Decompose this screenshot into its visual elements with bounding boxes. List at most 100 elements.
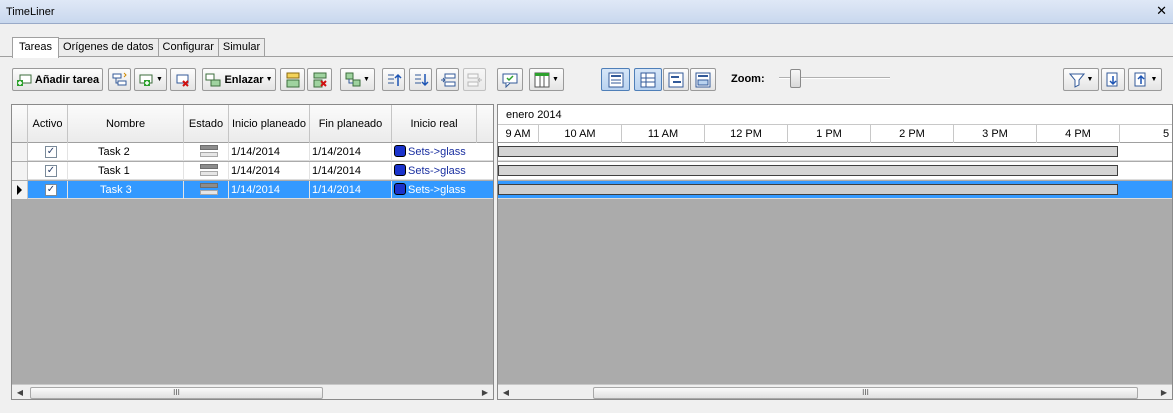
active-checkbox[interactable]: ✓ — [45, 165, 57, 177]
gantt-horizontal-scrollbar[interactable]: ◀ III ▶ — [498, 384, 1172, 399]
toolbar: Añadir tarea ▼ Enlazar ▼ ▼ ▼ ▼ ▼ — [0, 60, 1173, 100]
column-inicio-planeado[interactable]: Inicio planeado — [229, 105, 310, 143]
planned-start[interactable]: 1/14/2014 — [229, 181, 310, 199]
move-down-button[interactable] — [409, 68, 432, 91]
task-name[interactable]: Task 3 — [68, 181, 184, 199]
detach-set-button[interactable] — [307, 68, 332, 91]
outdent-icon — [467, 72, 483, 88]
task-bar[interactable] — [498, 165, 1118, 176]
hour-label: 11 AM — [621, 125, 704, 144]
auto-add-icon — [345, 72, 361, 88]
move-up-icon — [386, 72, 402, 88]
selection-set-link[interactable]: Sets->glass — [408, 146, 466, 158]
insert-subtask-button[interactable] — [108, 68, 131, 91]
scroll-left-icon[interactable]: ◀ — [12, 385, 28, 399]
status-bars-icon — [200, 145, 218, 159]
grid-scroll-thumb[interactable]: III — [30, 387, 323, 399]
grid-horizontal-scrollbar[interactable]: ◀ III ▶ — [12, 384, 493, 399]
actual-start[interactable]: Sets->glass — [392, 162, 493, 180]
gantt-row-selected — [498, 181, 1172, 199]
planned-end[interactable]: 1/14/2014 — [310, 143, 392, 161]
task-name[interactable]: Task 2 — [68, 143, 184, 161]
column-nombre[interactable]: Nombre — [68, 105, 184, 143]
attach-set-button[interactable] — [280, 68, 305, 91]
view-table-button[interactable] — [634, 68, 662, 91]
delete-task-button[interactable] — [170, 68, 196, 91]
import-button[interactable] — [1101, 68, 1125, 91]
columns-button[interactable]: ▼ — [529, 68, 564, 91]
add-task-plus-icon — [138, 72, 154, 88]
status-cell — [184, 181, 229, 199]
chevron-down-icon: ▼ — [1150, 76, 1158, 83]
hierarchy-icon — [112, 72, 128, 88]
move-down-icon — [413, 72, 429, 88]
indent-button[interactable] — [436, 68, 459, 91]
planned-end[interactable]: 1/14/2014 — [310, 162, 392, 180]
zoom-slider-thumb[interactable] — [790, 69, 801, 88]
hour-label: 9 AM — [505, 128, 531, 140]
column-estado[interactable]: Estado — [184, 105, 229, 143]
actual-start[interactable]: Sets->glass — [392, 181, 493, 199]
tab-strip: Tareas Orígenes de datos Configurar Simu… — [12, 37, 266, 58]
scroll-right-icon[interactable]: ▶ — [477, 385, 493, 399]
link-label: Enlazar — [224, 73, 264, 86]
planned-start[interactable]: 1/14/2014 — [229, 162, 310, 180]
hour-label: 1 PM — [787, 125, 870, 144]
table-row[interactable]: ✓ Task 1 1/14/2014 1/14/2014 Sets->glass — [12, 162, 493, 180]
gantt-row — [498, 143, 1172, 161]
tab-tareas[interactable]: Tareas — [12, 37, 60, 58]
view-both-button[interactable] — [601, 68, 630, 91]
row-header[interactable] — [12, 162, 28, 180]
task-bar[interactable] — [498, 184, 1118, 195]
close-icon[interactable]: ✕ — [1156, 4, 1167, 18]
scroll-right-icon[interactable]: ▶ — [1156, 385, 1172, 399]
hour-label: 5 P — [1119, 125, 1172, 144]
auto-add-tasks-button[interactable]: ▼ — [340, 68, 375, 91]
link-button[interactable]: Enlazar ▼ — [202, 68, 276, 91]
planned-start[interactable]: 1/14/2014 — [229, 143, 310, 161]
selection-set-link[interactable]: Sets->glass — [408, 165, 466, 177]
tab-simular[interactable]: Simular — [217, 38, 266, 57]
window-title: TimeLiner — [6, 6, 55, 18]
active-checkbox[interactable]: ✓ — [45, 146, 57, 158]
table-row[interactable]: ✓ Task 2 1/14/2014 1/14/2014 Sets->glass — [12, 143, 493, 161]
planned-end[interactable]: 1/14/2014 — [310, 181, 392, 199]
export-icon — [1133, 72, 1149, 88]
filter-icon — [1068, 72, 1085, 88]
add-comment-button[interactable] — [497, 68, 523, 91]
tab-origenes-de-datos[interactable]: Orígenes de datos — [58, 38, 159, 57]
view-actual-button[interactable] — [690, 68, 716, 91]
status-cell — [184, 143, 229, 161]
zoom-slider[interactable] — [779, 68, 890, 88]
task-bar[interactable] — [498, 146, 1118, 157]
actual-start[interactable]: Sets->glass — [392, 143, 493, 161]
selection-set-icon — [394, 164, 406, 176]
gantt-chart: enero 2014 9 AM 10 AM 11 AM 12 PM 1 PM 2… — [497, 104, 1173, 400]
grid-header: Activo Nombre Estado Inicio planeado Fin… — [12, 105, 493, 143]
view-both-icon — [608, 72, 624, 88]
move-up-button[interactable] — [382, 68, 405, 91]
filter-button[interactable]: ▼ — [1063, 68, 1099, 91]
scroll-left-icon[interactable]: ◀ — [498, 385, 514, 399]
view-gantt-button[interactable] — [663, 68, 689, 91]
status-bars-icon — [200, 164, 218, 178]
selection-set-icon — [394, 183, 406, 195]
tab-configurar[interactable]: Configurar — [157, 38, 219, 57]
row-header[interactable] — [12, 181, 28, 199]
column-fin-planeado[interactable]: Fin planeado — [310, 105, 392, 143]
chevron-down-icon: ▼ — [363, 76, 370, 83]
columns-icon — [534, 72, 550, 88]
selection-set-link[interactable]: Sets->glass — [408, 184, 466, 196]
row-header[interactable] — [12, 143, 28, 161]
outdent-button[interactable] — [463, 68, 486, 91]
column-activo[interactable]: Activo — [28, 105, 68, 143]
task-name[interactable]: Task 1 — [68, 162, 184, 180]
column-inicio-real[interactable]: Inicio real — [392, 105, 477, 143]
add-menu-button[interactable]: ▼ — [134, 68, 167, 91]
gantt-scroll-thumb[interactable]: III — [593, 387, 1138, 399]
export-button[interactable]: ▼ — [1128, 68, 1162, 91]
add-task-button[interactable]: Añadir tarea — [12, 68, 103, 91]
active-checkbox[interactable]: ✓ — [45, 184, 57, 196]
table-row-selected[interactable]: ✓ Task 3 1/14/2014 1/14/2014 Sets->glass — [12, 181, 493, 199]
hour-label: 2 PM — [870, 125, 953, 144]
